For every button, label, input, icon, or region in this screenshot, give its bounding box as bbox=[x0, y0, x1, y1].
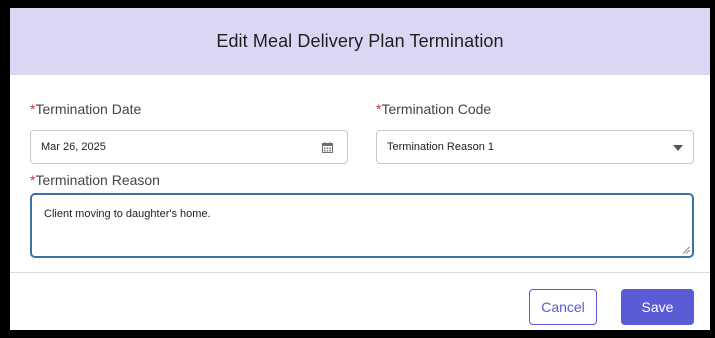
termination-code-label: *Termination Code bbox=[376, 101, 491, 117]
resize-grip-icon[interactable] bbox=[682, 246, 690, 254]
termination-date-label: *Termination Date bbox=[30, 101, 141, 117]
modal-title: Edit Meal Delivery Plan Termination bbox=[216, 30, 504, 51]
save-button[interactable]: Save bbox=[621, 289, 694, 325]
termination-reason-label-text: Termination Reason bbox=[35, 172, 160, 188]
modal-header: Edit Meal Delivery Plan Termination bbox=[10, 8, 710, 75]
modal-footer: Cancel Save bbox=[10, 272, 710, 330]
cancel-button[interactable]: Cancel bbox=[529, 289, 597, 325]
calendar-icon[interactable] bbox=[322, 142, 333, 153]
chevron-down-icon[interactable] bbox=[673, 145, 683, 151]
termination-date-input[interactable]: Mar 26, 2025 bbox=[30, 130, 348, 164]
termination-reason-label: *Termination Reason bbox=[30, 172, 160, 188]
termination-date-label-text: Termination Date bbox=[35, 101, 142, 117]
termination-reason-textarea[interactable]: Client moving to daughter's home. bbox=[30, 193, 694, 258]
termination-date-value: Mar 26, 2025 bbox=[41, 141, 106, 153]
termination-code-select[interactable]: Termination Reason 1 bbox=[376, 130, 694, 164]
termination-reason-value: Client moving to daughter's home. bbox=[44, 208, 211, 220]
termination-code-value: Termination Reason 1 bbox=[387, 141, 495, 153]
edit-termination-modal: Edit Meal Delivery Plan Termination *Ter… bbox=[10, 8, 710, 330]
modal-body: *Termination Date Mar 26, 2025 *Terminat… bbox=[10, 75, 710, 271]
termination-code-label-text: Termination Code bbox=[381, 101, 492, 117]
